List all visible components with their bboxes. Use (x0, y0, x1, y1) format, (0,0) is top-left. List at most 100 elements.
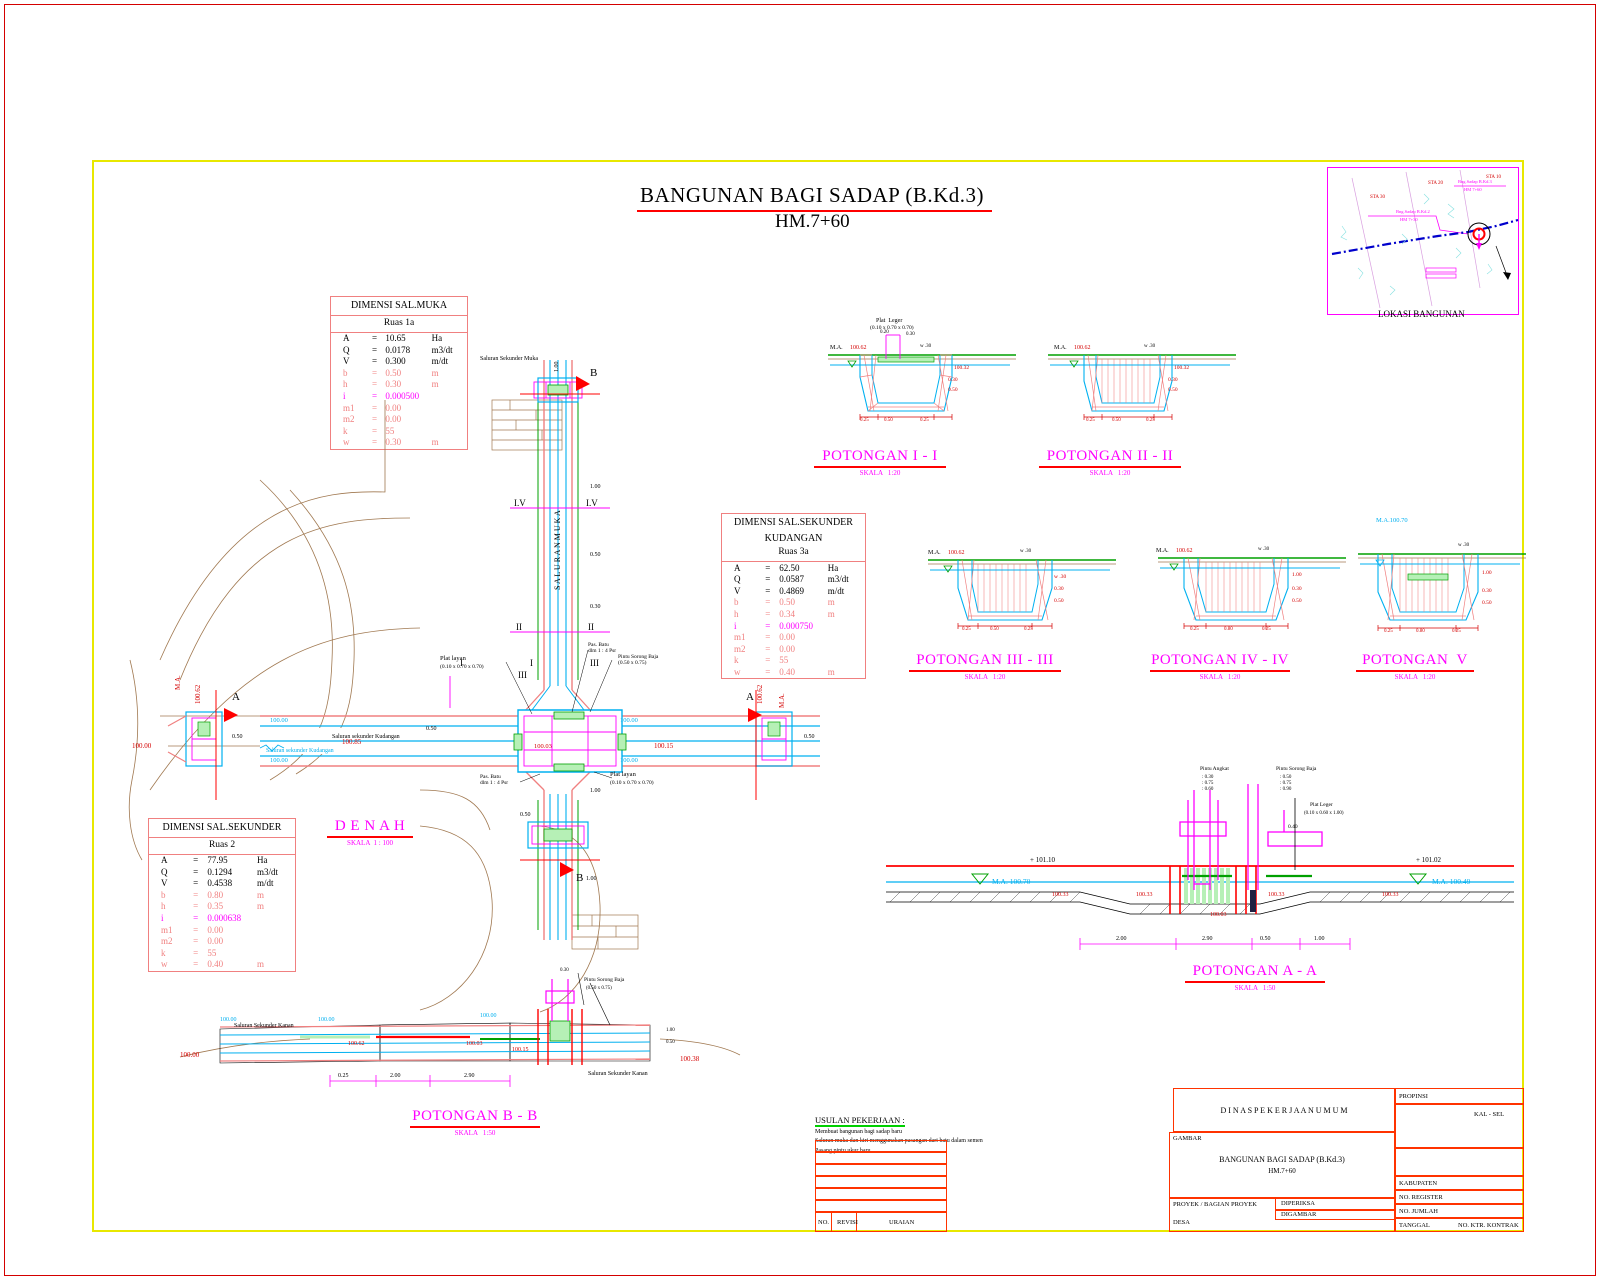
svg-text:0.25: 0.25 (1190, 627, 1199, 632)
svg-text:100.33: 100.33 (1268, 892, 1285, 898)
svg-text:0.30: 0.30 (1292, 586, 1302, 592)
svg-text:1.00: 1.00 (1314, 936, 1325, 942)
svg-text:100.15: 100.15 (654, 742, 674, 750)
svg-text:Plat layan: Plat layan (610, 771, 637, 778)
svg-text:0.50: 0.50 (426, 726, 437, 732)
proyek-label: PROYEK / BAGIAN PROYEK (1173, 1201, 1257, 1208)
caption-potongan-3-3: POTONGAN III - III SKALA 1:20 (890, 652, 1080, 681)
page-title: BANGUNAN BAGI SADAP (B.Kd.3) (640, 183, 984, 207)
svg-text:0.50: 0.50 (804, 734, 815, 740)
no-register-box: NO. REGISTER (1395, 1190, 1524, 1204)
caption-potongan-4-4: POTONGAN IV - IV SKALA 1:20 (1150, 652, 1290, 681)
dimension-unit: m (827, 666, 835, 677)
dimension-unit (828, 620, 865, 632)
propinsi-label: PROPINSI (1399, 1093, 1428, 1100)
svg-text:M.A.: M.A. (1054, 345, 1067, 351)
svg-text:100.62: 100.62 (948, 550, 965, 556)
caption-potongan-b-b: POTONGAN B - B SKALA 1:50 (400, 1108, 550, 1137)
svg-text:100.03: 100.03 (534, 743, 552, 750)
svg-text:0.25: 0.25 (1452, 629, 1461, 634)
svg-text:w .30: w .30 (920, 344, 932, 349)
dimension-unit: m/dt (827, 585, 845, 596)
svg-text:2.00: 2.00 (1116, 936, 1127, 942)
svg-text:B: B (576, 872, 583, 884)
svg-text:+ 101.10: + 101.10 (1030, 856, 1055, 864)
dimension-unit (828, 655, 865, 667)
dimension-unit: Ha (827, 562, 839, 573)
svg-text:Pintu Sorong Baja: Pintu Sorong Baja (1276, 766, 1317, 772)
svg-text:100.03: 100.03 (1210, 912, 1227, 918)
svg-text:w .30: w .30 (1258, 547, 1270, 552)
plan-view-denah: A A B B I.V I.V II II II IIIIII S A L U R … (128, 356, 820, 1013)
svg-text:0.30: 0.30 (1168, 377, 1178, 383)
svg-text:100.00: 100.00 (132, 742, 152, 750)
plan-channel-name: S A L U R A N M U K A (553, 510, 562, 590)
svg-text:100.62: 100.62 (850, 345, 867, 351)
caption-denah: D E N A H SKALA 1 : 100 (300, 818, 440, 847)
svg-text:100.00: 100.00 (318, 1017, 335, 1023)
svg-text:: 0.50: : 0.50 (1280, 775, 1292, 780)
gambar-title: BANGUNAN BAGI SADAP (B.Kd.3) (1219, 1155, 1345, 1164)
section-2-2-drawing: M.A. 100.62 w .30 100.32 0.30 0.50 0.25 … (1048, 344, 1236, 423)
svg-text:0.30: 0.30 (948, 377, 958, 383)
svg-text:I.V: I.V (586, 498, 598, 508)
svg-text:B: B (590, 367, 597, 379)
svg-text:M.A.: M.A. (1156, 548, 1169, 554)
svg-text:M.A.: M.A. (830, 345, 843, 351)
page-subtitle: HM.7+60 (775, 211, 850, 232)
caption-potongan-a-a: POTONGAN A - A SKALA 1:50 (1165, 963, 1345, 992)
svg-text:Plat layan: Plat layan (440, 655, 467, 662)
svg-text:0.30: 0.30 (1482, 588, 1492, 594)
svg-text:A: A (746, 691, 754, 703)
svg-text:(0.10 x 0.60 x 1.00): (0.10 x 0.60 x 1.00) (1304, 811, 1344, 816)
svg-text:: 0.60: : 0.60 (1202, 787, 1214, 792)
svg-text:: 0.75: : 0.75 (1280, 781, 1292, 786)
section-1-1-drawing: M.A. 100.62 0.20 0.30 w .30 100.32 0.30 … (828, 330, 1016, 423)
svg-text:Saluran sekunder Kudangan: Saluran sekunder Kudangan (266, 748, 334, 754)
propinsi-box: PROPINSI (1395, 1088, 1524, 1104)
svg-text:A: A (232, 691, 240, 703)
propinsi-value: KAL - SEL (1474, 1111, 1505, 1118)
tanggal-label: TANGGAL (1399, 1222, 1430, 1229)
svg-text:Saluran Sekunder Kanan: Saluran Sekunder Kanan (588, 1071, 648, 1077)
no-jumlah-box: NO. JUMLAH (1395, 1204, 1524, 1218)
svg-text:0.30: 0.30 (590, 604, 601, 610)
svg-text:1.00: 1.00 (590, 788, 601, 794)
svg-text:Bng.Sadap B.Kd.3: Bng.Sadap B.Kd.3 (1458, 179, 1493, 184)
agency-box: D I N A S P E K E R J A A N U M U M (1173, 1088, 1395, 1132)
svg-text:100.33: 100.33 (1136, 892, 1153, 898)
svg-text:dlm 1 : 4 Psr: dlm 1 : 4 Psr (588, 648, 616, 654)
svg-text:0.50: 0.50 (232, 734, 243, 740)
location-map-graphic: STA 30 STA 20 STA 10 Bng.Sadap B.Kd.2 HM… (1331, 169, 1519, 309)
caption-potongan-2-2: POTONGAN II - II SKALA 1:20 (1015, 448, 1205, 477)
dimension-row: Q = 0.0178 m3/dt (331, 344, 467, 356)
svg-text:0.25: 0.25 (1384, 629, 1393, 634)
svg-text:0.50: 0.50 (1112, 418, 1121, 423)
section-4-4-drawing: M.A. 100.62 w .30 1.00 0.30 0.50 0.25 0.… (1156, 547, 1346, 632)
gambar-box: GAMBAR BANGUNAN BAGI SADAP (B.Kd.3) HM.7… (1169, 1132, 1395, 1198)
svg-text:100.00: 100.00 (180, 1051, 200, 1059)
svg-text:100.62: 100.62 (1176, 548, 1193, 554)
svg-text:100.62: 100.62 (194, 684, 202, 704)
location-map-caption: LOKASI BANGUNAN (1378, 309, 1465, 319)
svg-text:II: II (516, 622, 522, 632)
location-map: STA 30 STA 20 STA 10 Bng.Sadap B.Kd.2 HM… (1327, 167, 1519, 315)
caption-potongan-1-1: POTONGAN I - I SKALA 1:20 (790, 448, 970, 477)
svg-text:1.00: 1.00 (554, 362, 560, 373)
agency-name: D I N A S P E K E R J A A N U M U M (1220, 1106, 1348, 1115)
kabupaten-box: KABUPATEN (1395, 1176, 1524, 1190)
revision-no-col: NO. (818, 1219, 830, 1226)
svg-text:: 0.75: : 0.75 (1202, 781, 1214, 786)
svg-text:1.00: 1.00 (590, 484, 601, 490)
dimension-val: 10.65 (385, 333, 406, 343)
section-3-3-drawing: M.A. 100.62 w .30 w .30 0.30 0.50 0.25 0… (928, 549, 1116, 632)
no-kontrak-label: NO. KTR. KONTRAK (1458, 1222, 1519, 1229)
svg-text:2.90: 2.90 (1202, 936, 1213, 942)
section-a-a-drawing: + 101.10 + 101.02 M.A. 100.70 M.A. 100.4… (886, 766, 1514, 950)
svg-text:100.33: 100.33 (1382, 892, 1399, 898)
svg-text:(0.10 x 0.70 x 0.70): (0.10 x 0.70 x 0.70) (610, 779, 654, 786)
plat-leger-note-1: Plat Leger (876, 318, 903, 324)
svg-text:100.38: 100.38 (680, 1055, 700, 1063)
svg-text:0.50: 0.50 (948, 387, 958, 393)
svg-text:1.00: 1.00 (1292, 572, 1302, 578)
